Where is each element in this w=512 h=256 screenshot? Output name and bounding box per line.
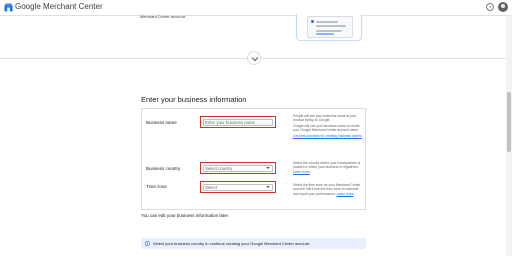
business-name-field[interactable]: Enter your business name <box>200 116 276 128</box>
time-zone-label: Time zone <box>146 184 167 189</box>
top-bar: Google Merchant Center ? <box>0 0 512 16</box>
business-country-help: Select the country where your headquarte… <box>293 161 363 174</box>
account-avatar[interactable] <box>498 2 508 12</box>
business-name-help-p2: Google will use your business name to cr… <box>293 123 360 133</box>
business-country-label: Business country <box>146 166 181 171</box>
illustration-line <box>316 25 346 27</box>
business-name-help-p1: People will see your business name at yo… <box>293 114 357 123</box>
business-name-input[interactable]: Enter your business name <box>205 120 255 125</box>
illustration-dot <box>311 20 314 23</box>
illustration-line <box>316 20 338 23</box>
scrollbar-thumb[interactable] <box>507 92 511 152</box>
business-country-learn-more-link[interactable]: Learn more <box>293 170 310 174</box>
info-icon <box>145 241 150 246</box>
illustration-line <box>316 33 334 35</box>
time-zone-learn-more-link[interactable]: Learn more <box>337 192 354 196</box>
business-name-label: Business name <box>146 120 177 125</box>
banner-text: Select your business country to continue… <box>153 241 311 246</box>
section-title: Enter your business information <box>141 95 247 104</box>
time-zone-help: Select the time zone for your Merchant C… <box>293 183 363 196</box>
merchant-center-logo-icon[interactable] <box>4 3 13 12</box>
help-icon[interactable]: ? <box>486 3 494 11</box>
edit-later-note: You can edit your business information l… <box>141 213 229 218</box>
chevron-down-icon <box>251 57 259 62</box>
svg-text:?: ? <box>489 5 492 11</box>
dropdown-arrow-icon <box>266 186 270 188</box>
time-zone-select[interactable]: Select <box>200 181 276 193</box>
business-name-help: People will see your business name at yo… <box>293 114 363 138</box>
business-country-select[interactable]: Select country <box>200 162 276 174</box>
app-title: Google Merchant Center <box>15 2 103 11</box>
business-country-value: Select country <box>205 165 233 171</box>
info-banner: Select your business country to continue… <box>141 238 366 249</box>
dropdown-arrow-icon <box>266 167 270 169</box>
illustration-line <box>316 29 342 32</box>
account-illustration <box>296 14 362 41</box>
business-name-best-practices-link[interactable]: Get best practices for creating business… <box>293 134 363 138</box>
illustration-card <box>307 16 353 38</box>
business-country-help-text: Select the country where your headquarte… <box>293 161 361 170</box>
time-zone-value: Select <box>205 184 217 190</box>
previous-section-text: Merchant Center account. <box>140 14 187 19</box>
expand-button[interactable] <box>247 51 261 65</box>
